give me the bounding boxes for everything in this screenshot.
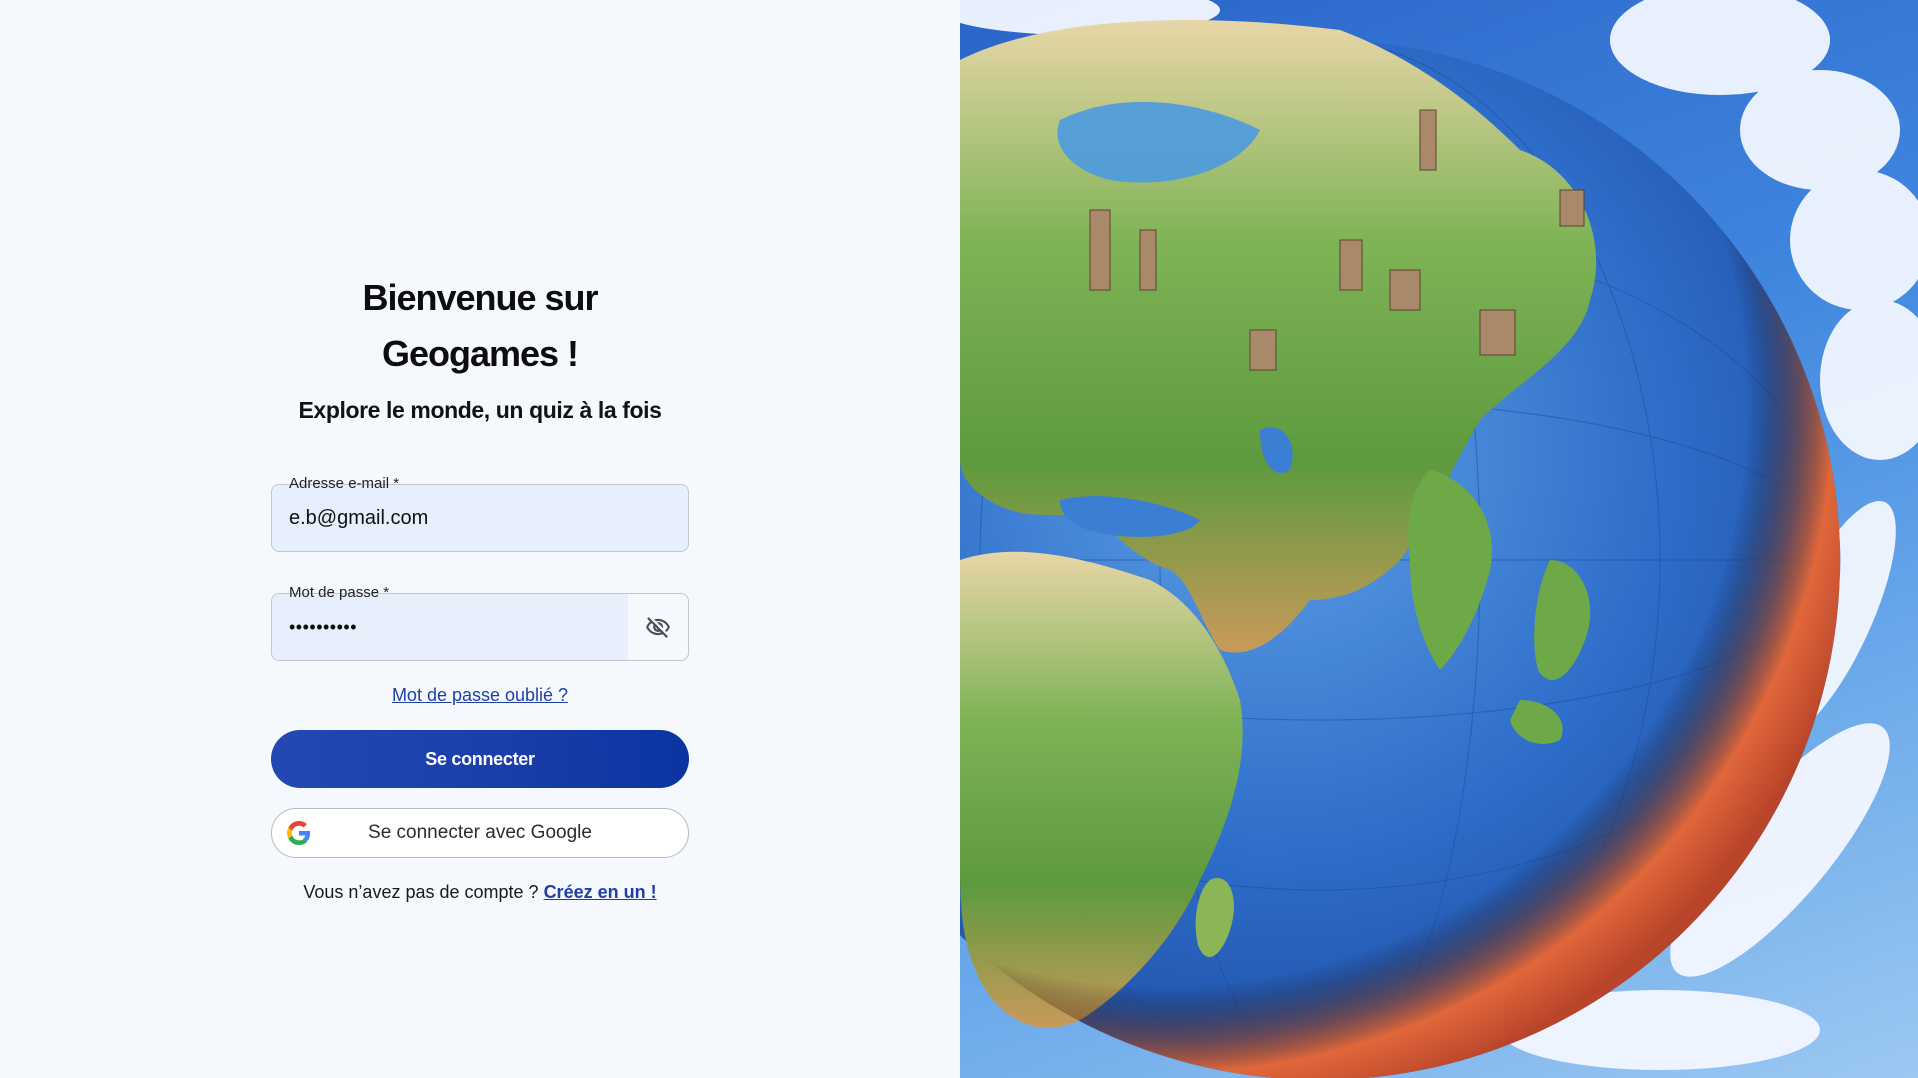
google-icon [287, 821, 311, 845]
password-field[interactable]: Mot de passe * •••••••••• [271, 582, 689, 661]
password-visibility-toggle[interactable] [628, 594, 688, 660]
password-input[interactable]: •••••••••• [289, 594, 357, 660]
login-form: Bienvenue sur Geogames ! Explore le mond… [271, 270, 689, 904]
hero-illustration [960, 0, 1918, 1078]
login-panel: Bienvenue sur Geogames ! Explore le mond… [0, 0, 960, 1078]
signup-link[interactable]: Créez en un ! [544, 882, 657, 902]
page-title: Bienvenue sur Geogames ! [362, 277, 598, 374]
google-login-button[interactable]: Se connecter avec Google [271, 808, 689, 858]
eye-off-icon[interactable] [645, 614, 671, 640]
forgot-password-link[interactable]: Mot de passe oublié ? [271, 683, 689, 707]
login-button[interactable]: Se connecter [271, 730, 689, 788]
login-page: Bienvenue sur Geogames ! Explore le mond… [0, 0, 1918, 1078]
email-field[interactable]: Adresse e-mail * e.b@gmail.com [271, 473, 689, 552]
globe-illustration [960, 0, 1918, 1078]
page-subtitle: Explore le monde, un quiz à la fois [298, 397, 662, 423]
signup-text: Vous n’avez pas de compte ? [303, 882, 539, 902]
google-login-label: Se connecter avec Google [368, 822, 592, 843]
signup-prompt: Vous n’avez pas de compte ? Créez en un … [271, 880, 689, 904]
email-input[interactable]: e.b@gmail.com [289, 485, 428, 551]
